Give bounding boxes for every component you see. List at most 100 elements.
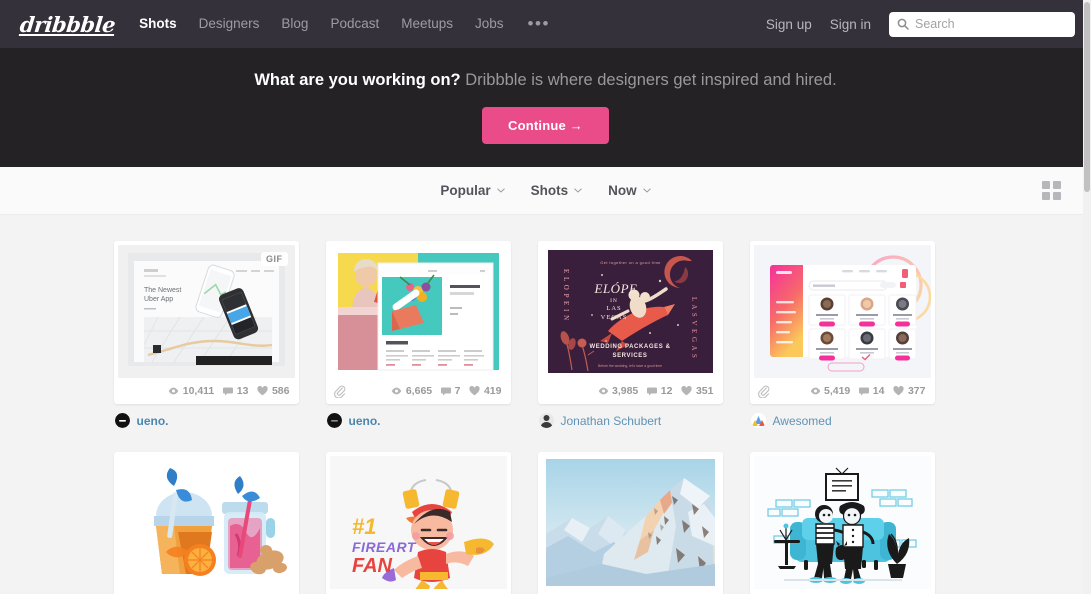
filter-type[interactable]: Shots bbox=[531, 183, 583, 198]
svg-text:FAN: FAN bbox=[352, 555, 393, 577]
heart-icon bbox=[469, 386, 481, 396]
shot-stats bbox=[330, 589, 507, 594]
views-stat: 6,665 bbox=[391, 385, 432, 397]
nav-item-shots[interactable]: Shots bbox=[139, 0, 177, 48]
grid-cell bbox=[1042, 181, 1050, 189]
author-name[interactable]: Awesomed bbox=[773, 414, 832, 428]
shot-card[interactable] bbox=[749, 452, 935, 594]
shot-card[interactable]: 6,665 7 419 ueno. bbox=[325, 241, 511, 428]
gif-badge: GIF bbox=[261, 252, 288, 266]
scrollbar-thumb[interactable] bbox=[1084, 2, 1090, 192]
comments-count: 12 bbox=[660, 385, 673, 397]
pink-gradient-dashboard-image bbox=[753, 245, 931, 378]
shot-thumbnail[interactable] bbox=[753, 245, 931, 378]
shot-thumbnail[interactable] bbox=[541, 456, 719, 589]
nav-item-blog[interactable]: Blog bbox=[281, 0, 308, 48]
svg-text:SERVICES: SERVICES bbox=[612, 353, 647, 359]
views-count: 3,985 bbox=[612, 385, 639, 397]
shots-content: The Newest Uber App GIF 10,411 13 586 ue… bbox=[0, 215, 1091, 594]
sign-up-link[interactable]: Sign up bbox=[766, 17, 812, 32]
comments-count: 14 bbox=[872, 385, 885, 397]
fireart-fan-sticker-image: #1 FIREART FAN bbox=[329, 456, 507, 589]
shot-thumbnail[interactable] bbox=[329, 245, 507, 378]
shot-card-body[interactable]: 6,665 7 419 bbox=[325, 241, 511, 404]
shot-card[interactable]: #1 FIREART FAN bbox=[325, 452, 511, 594]
filter-timeframe[interactable]: Now bbox=[608, 183, 651, 198]
hero-headline: What are you working on? Dribbble is whe… bbox=[254, 71, 836, 90]
shot-card[interactable] bbox=[537, 452, 723, 594]
nav-item-designers[interactable]: Designers bbox=[199, 0, 260, 48]
dark-figure-avatar bbox=[538, 413, 554, 428]
author-name[interactable]: Jonathan Schubert bbox=[561, 414, 662, 428]
shot-thumbnail[interactable]: The Newest Uber App GIF bbox=[117, 245, 295, 378]
nav-item-podcast[interactable]: Podcast bbox=[330, 0, 379, 48]
shot-author[interactable]: Jonathan Schubert bbox=[538, 413, 723, 428]
grid-cell bbox=[1042, 192, 1050, 200]
shot-card-body[interactable] bbox=[113, 452, 299, 594]
author-name[interactable]: ueno. bbox=[137, 414, 169, 428]
shot-author[interactable]: ueno. bbox=[114, 413, 299, 428]
floral-ecommerce-website-image bbox=[329, 245, 507, 378]
svg-text:The Newest: The Newest bbox=[144, 287, 181, 294]
shot-author[interactable]: ueno. bbox=[326, 413, 511, 428]
shot-stats bbox=[542, 589, 719, 594]
browser-window bbox=[377, 262, 493, 371]
page-scrollbar[interactable] bbox=[1083, 0, 1091, 594]
chevron-down-icon bbox=[574, 188, 582, 193]
shot-author[interactable]: Awesomed bbox=[750, 413, 935, 428]
shot-card[interactable] bbox=[113, 452, 299, 594]
shot-card-body[interactable] bbox=[749, 452, 935, 594]
shot-stats bbox=[118, 589, 295, 594]
shot-thumbnail[interactable]: Get together on a good time E L O P E I … bbox=[541, 245, 719, 378]
shot-thumbnail[interactable] bbox=[117, 456, 295, 589]
svg-text:L A S V E G A S: L A S V E G A S bbox=[690, 297, 698, 359]
likes-stat: 419 bbox=[469, 385, 502, 397]
ueno-black-circle-avatar bbox=[114, 413, 130, 428]
comments-stat: 14 bbox=[859, 385, 884, 397]
svg-text:LAS: LAS bbox=[606, 305, 621, 312]
views-count: 10,411 bbox=[182, 385, 215, 397]
search-input[interactable] bbox=[915, 17, 1067, 31]
heart-icon bbox=[681, 386, 693, 396]
heart-icon bbox=[257, 386, 269, 396]
shot-card-body[interactable]: Get together on a good time E L O P E I … bbox=[537, 241, 723, 404]
dribbble-logo[interactable]: dribbble bbox=[19, 12, 117, 37]
paperclip-icon bbox=[757, 385, 769, 398]
likes-stat: 351 bbox=[681, 385, 714, 397]
shot-thumbnail[interactable]: #1 FIREART FAN bbox=[329, 456, 507, 589]
shot-card[interactable]: 5,419 14 377 Awesomed bbox=[749, 241, 935, 428]
more-menu-icon[interactable]: ••• bbox=[528, 0, 550, 48]
juice-and-mason-jar-illustration-image bbox=[117, 456, 295, 589]
account-actions: Sign up Sign in bbox=[766, 11, 1075, 37]
likes-stat: 586 bbox=[257, 385, 290, 397]
ueno-black-circle-avatar bbox=[326, 413, 342, 428]
shot-card[interactable]: The Newest Uber App GIF 10,411 13 586 ue… bbox=[113, 241, 299, 428]
hero-headline-rest: Dribbble is where designers get inspired… bbox=[460, 71, 837, 89]
shot-card-body[interactable]: The Newest Uber App GIF 10,411 13 586 bbox=[113, 241, 299, 404]
nav-item-jobs[interactable]: Jobs bbox=[475, 0, 504, 48]
shot-stats: 6,665 7 419 bbox=[330, 378, 507, 404]
search-box[interactable] bbox=[889, 11, 1075, 37]
sign-in-link[interactable]: Sign in bbox=[830, 17, 871, 32]
shot-thumbnail[interactable] bbox=[753, 456, 931, 589]
filter-bar: Popular Shots Now bbox=[0, 167, 1091, 215]
filter-dropdowns: Popular Shots Now bbox=[440, 183, 651, 198]
author-name[interactable]: ueno. bbox=[349, 414, 381, 428]
main-nav: Shots Designers Blog Podcast Meetups Job… bbox=[139, 0, 550, 48]
shot-card-body[interactable]: 5,419 14 377 bbox=[749, 241, 935, 404]
comments-count: 7 bbox=[454, 385, 461, 397]
heart-icon bbox=[893, 386, 905, 396]
filter-timeframe-label: Now bbox=[608, 183, 637, 198]
shot-card-body[interactable] bbox=[537, 452, 723, 594]
shot-card[interactable]: Get together on a good time E L O P E I … bbox=[537, 241, 723, 428]
comment-icon bbox=[859, 387, 870, 395]
shot-stats bbox=[754, 589, 931, 594]
avatar bbox=[114, 413, 130, 428]
shot-stats: 3,985 12 351 bbox=[542, 378, 719, 404]
likes-count: 351 bbox=[695, 385, 714, 397]
shot-card-body[interactable]: #1 FIREART FAN bbox=[325, 452, 511, 594]
nav-item-meetups[interactable]: Meetups bbox=[401, 0, 453, 48]
grid-view-toggle[interactable] bbox=[1042, 181, 1061, 200]
continue-button[interactable]: Continue → bbox=[482, 107, 609, 144]
filter-sort[interactable]: Popular bbox=[440, 183, 505, 198]
